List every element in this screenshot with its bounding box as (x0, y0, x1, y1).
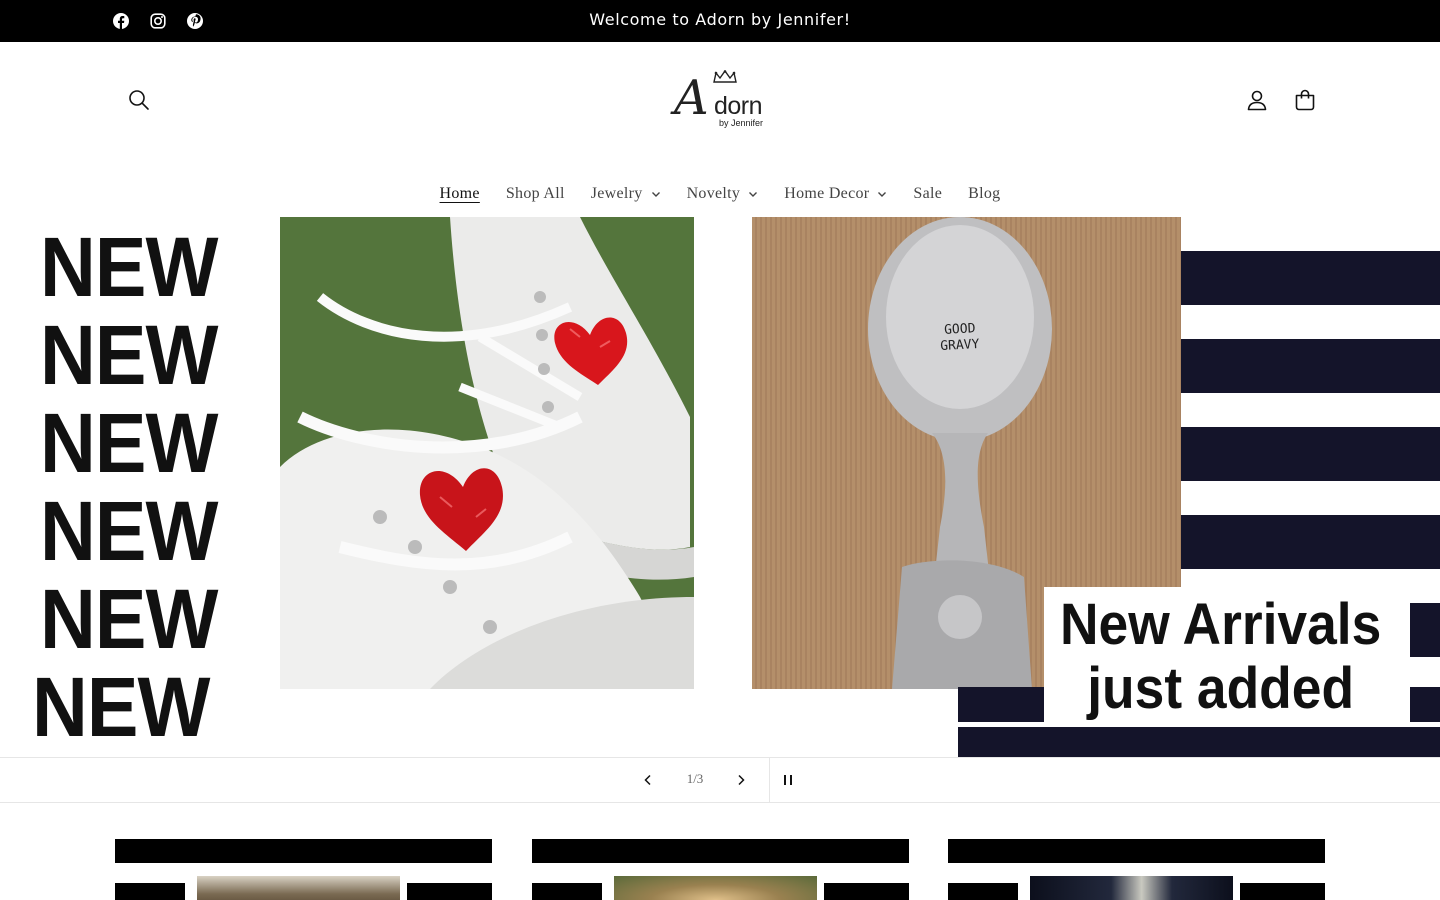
nav-item-label: Novelty (686, 185, 741, 202)
chevron-right-icon (738, 774, 745, 786)
slideshow-controls: 1/3 (0, 757, 1440, 803)
card-stripe-right (824, 883, 909, 900)
new-word: NEW (40, 396, 218, 490)
nav-item-blog[interactable]: Blog (955, 182, 1013, 206)
sneaker-hearts-image (280, 217, 694, 689)
card-image (1030, 876, 1233, 900)
new-word: NEW (40, 308, 218, 402)
card-header-bar (532, 839, 909, 863)
nav-item-jewelry[interactable]: Jewelry (578, 182, 674, 206)
nav-item-sale[interactable]: Sale (900, 182, 955, 206)
chevron-down-icon (877, 189, 887, 199)
card-stripe-right (407, 883, 492, 900)
nav-item-shop-all[interactable]: Shop All (493, 182, 578, 206)
announcement-message: Welcome to Adorn by Jennifer! (589, 10, 851, 29)
collection-card[interactable] (115, 839, 492, 900)
collection-card[interactable] (948, 839, 1325, 900)
chevron-down-icon (748, 189, 758, 199)
slide-counter: 1/3 (686, 771, 704, 786)
nav-item-novelty[interactable]: Novelty (674, 182, 772, 206)
card-stripe-left (115, 883, 185, 900)
cart-icon (1295, 89, 1315, 111)
pause-icon (784, 775, 792, 785)
card-header-bar (115, 839, 492, 863)
svg-text:GOOD: GOOD (944, 321, 976, 338)
card-stripe-right (1240, 883, 1325, 900)
nav-item-label: Shop All (505, 185, 565, 202)
nav-item-label: Jewelry (590, 185, 643, 202)
account-button[interactable] (1235, 78, 1279, 122)
collection-card[interactable] (532, 839, 909, 900)
nav-item-home[interactable]: Home (427, 182, 493, 206)
card-header-bar (948, 839, 1325, 863)
site-header: A dorn by Jennifer Home Shop All Jewelry No… (0, 42, 1440, 217)
chevron-left-icon (644, 774, 651, 786)
cart-button[interactable] (1283, 78, 1327, 122)
nav-item-home-decor[interactable]: Home Decor (771, 182, 900, 206)
hero-slide: NEW NEW NEW NEW NEW NEW GOOD GRAVY New A… (0, 217, 1440, 757)
nav-item-label: Home Decor (784, 185, 870, 202)
pause-slideshow-button[interactable] (770, 760, 806, 800)
nav-item-label: Home (439, 185, 480, 202)
announcement-bar: Welcome to Adorn by Jennifer! (0, 0, 1440, 42)
new-word: NEW (40, 484, 218, 578)
svg-text:GRAVY: GRAVY (940, 337, 980, 354)
card-stripe-left (948, 883, 1018, 900)
nav-item-label: Sale (913, 185, 943, 202)
site-logo[interactable]: A dorn by Jennifer (670, 70, 770, 132)
new-arrivals-headline: New Arrivals just added (1044, 593, 1397, 721)
nav-item-label: Blog (968, 185, 1001, 202)
new-word: NEW (40, 220, 218, 314)
main-navigation: Home Shop All Jewelry Novelty Home Decor Sale… (0, 182, 1440, 206)
account-icon (1247, 90, 1267, 111)
logo-tagline: by Jennifer (719, 118, 764, 128)
logo-name: dorn (714, 92, 763, 120)
card-stripe-left (532, 883, 602, 900)
logo-letter: A (674, 70, 709, 126)
headline-line-1: New Arrivals (1059, 592, 1382, 657)
crown-icon (713, 70, 737, 83)
card-image (197, 876, 400, 900)
search-button[interactable] (117, 78, 161, 122)
new-word: NEW (32, 660, 210, 754)
search-icon (129, 90, 149, 110)
chevron-down-icon (651, 189, 661, 199)
next-slide-button[interactable] (721, 760, 761, 800)
headline-line-2: just added (1087, 655, 1355, 721)
new-word: NEW (40, 572, 218, 666)
previous-slide-button[interactable] (628, 760, 668, 800)
card-image (614, 876, 817, 900)
